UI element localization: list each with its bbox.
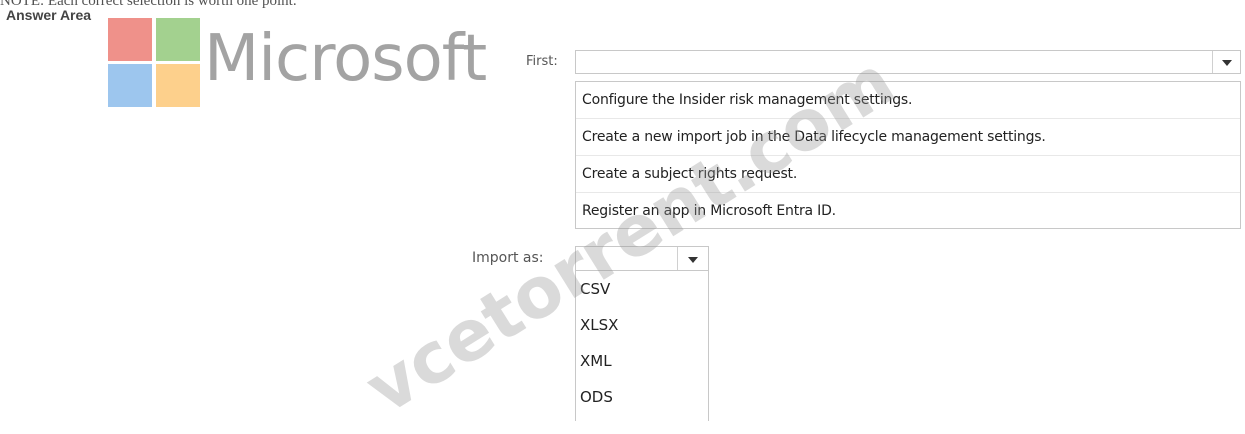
caret-down-icon (688, 256, 698, 263)
first-dropdown-toggle[interactable] (1212, 51, 1240, 73)
import-option-csv[interactable]: CSV (576, 271, 708, 307)
first-dropdown[interactable] (575, 50, 1241, 74)
logo-yellow-square (156, 64, 200, 107)
import-option-xlsx[interactable]: XLSX (576, 307, 708, 343)
import-as-dropdown-toggle[interactable] (677, 247, 708, 270)
first-option-register-app[interactable]: Register an app in Microsoft Entra ID. (576, 193, 1240, 229)
microsoft-logo (108, 18, 200, 108)
import-option-xml[interactable]: XML (576, 343, 708, 379)
answer-area-heading: Answer Area (6, 7, 92, 23)
import-as-options-list: CSV XLSX XML ODS (575, 271, 709, 421)
import-as-label: Import as: (472, 250, 544, 266)
first-option-import-job[interactable]: Create a new import job in the Data life… (576, 119, 1240, 156)
import-option-ods[interactable]: ODS (576, 379, 708, 415)
logo-red-square (108, 18, 152, 61)
first-options-list: Configure the Insider risk management se… (575, 81, 1241, 229)
logo-green-square (156, 18, 200, 61)
first-label: First: (526, 54, 558, 69)
microsoft-wordmark: Microsoft (204, 22, 487, 96)
first-option-insider-risk[interactable]: Configure the Insider risk management se… (576, 82, 1240, 119)
logo-blue-square (108, 64, 152, 107)
import-as-dropdown[interactable] (575, 246, 709, 271)
first-option-subject-rights[interactable]: Create a subject rights request. (576, 156, 1240, 193)
caret-down-icon (1221, 60, 1232, 66)
